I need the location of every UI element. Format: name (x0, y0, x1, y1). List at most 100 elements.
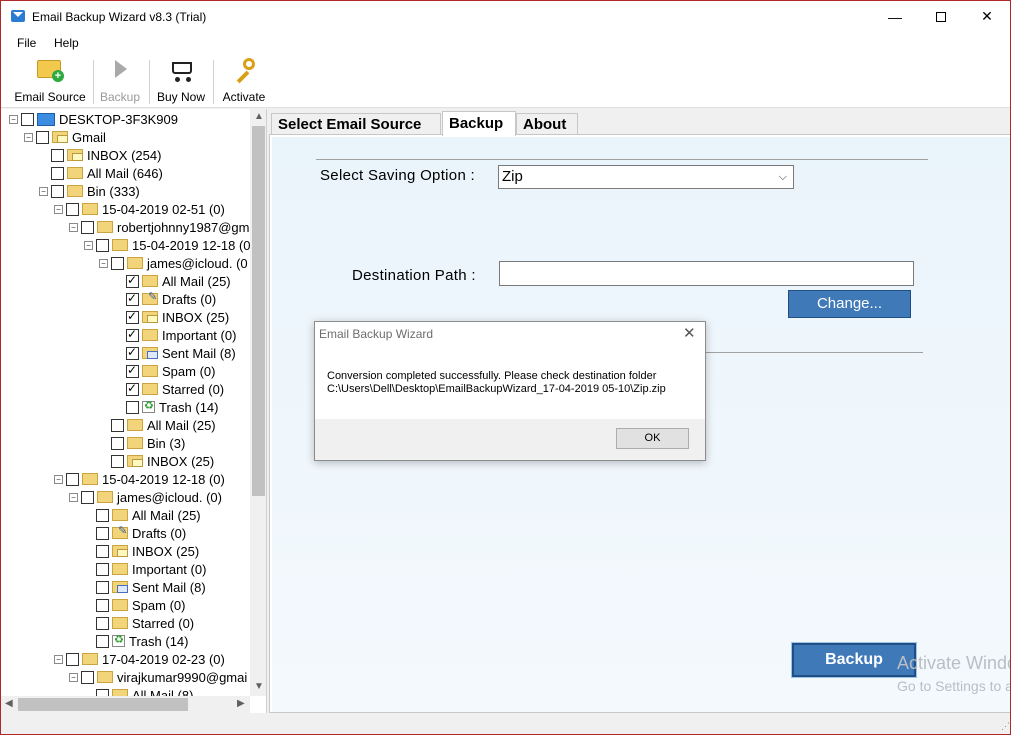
tree-checkbox[interactable] (51, 184, 64, 198)
tree-checkbox[interactable] (111, 256, 124, 270)
tree-checkbox[interactable] (96, 526, 109, 540)
tree-checkbox[interactable] (111, 454, 124, 468)
tree-vertical-scrollbar[interactable]: ▲ ▼ (250, 109, 266, 696)
tree-node[interactable]: − Gmail (24, 128, 106, 146)
tree-checkbox[interactable] (36, 130, 49, 144)
tree-checkbox[interactable] (51, 148, 64, 162)
tree-node[interactable]: Spam (0) (84, 596, 185, 614)
tree-node[interactable]: Trash (14) (114, 398, 218, 416)
tree-node[interactable]: INBOX (25) (99, 452, 214, 470)
tree-checkbox[interactable] (66, 652, 79, 666)
tree-node[interactable]: − robertjohnny1987@gm (69, 218, 249, 236)
collapse-toggle-icon[interactable]: − (39, 186, 48, 196)
tree-node[interactable]: All Mail (646) (39, 164, 163, 182)
collapse-toggle-icon[interactable]: − (69, 672, 78, 682)
tree-node[interactable]: INBOX (25) (84, 542, 199, 560)
tree-checkbox[interactable] (81, 490, 94, 504)
tree-checkbox[interactable] (126, 327, 139, 342)
scroll-down-icon[interactable]: ▼ (254, 681, 264, 692)
tree-node[interactable]: − 15-04-2019 02-51 (0) (54, 200, 225, 218)
scroll-right-icon[interactable]: ▶ (237, 698, 245, 709)
close-button[interactable]: ✕ (964, 1, 1010, 32)
tree-node[interactable]: − james@icloud. (0) (69, 488, 222, 506)
tree-node[interactable]: Starred (0) (84, 614, 194, 632)
tree-node[interactable]: Sent Mail (8) (84, 578, 206, 596)
tree-node[interactable]: − 17-04-2019 02-23 (0) (54, 650, 225, 668)
tree-checkbox[interactable] (96, 508, 109, 522)
dialog-close-icon[interactable]: ✕ (683, 324, 696, 342)
tree-node[interactable]: Trash (14) (84, 632, 188, 650)
tree-node[interactable]: All Mail (8) (84, 686, 193, 696)
tree-node[interactable]: Drafts (0) (84, 524, 186, 542)
tree-node[interactable]: All Mail (25) (84, 506, 201, 524)
tree-checkbox[interactable] (96, 598, 109, 612)
menu-help[interactable]: Help (54, 36, 79, 50)
tree-checkbox[interactable] (126, 363, 139, 378)
saving-option-select[interactable]: Zip ⌵ (498, 165, 794, 189)
maximize-button[interactable] (918, 1, 964, 32)
tree-node[interactable]: − virajkumar9990@gmai (69, 668, 247, 686)
menu-file[interactable]: File (17, 36, 36, 50)
buy-now-button[interactable]: Buy Now (155, 56, 207, 106)
scroll-up-icon[interactable]: ▲ (254, 111, 264, 122)
minimize-button[interactable]: — (872, 1, 918, 32)
scroll-thumb[interactable] (252, 126, 265, 496)
tree-checkbox[interactable] (96, 580, 109, 594)
tree-checkbox[interactable] (126, 400, 139, 414)
email-source-button[interactable]: + Email Source (14, 56, 86, 106)
tree-node[interactable]: − Bin (333) (39, 182, 140, 200)
tree-node[interactable]: All Mail (25) (99, 416, 216, 434)
resize-grip-icon[interactable]: ⋰ (1001, 721, 1010, 732)
tree-checkbox[interactable] (81, 220, 94, 234)
tree-checkbox[interactable] (96, 562, 109, 576)
tree-checkbox[interactable] (111, 418, 124, 432)
collapse-toggle-icon[interactable]: − (84, 240, 93, 250)
tree-node[interactable]: INBOX (25) (114, 308, 229, 326)
tree-checkbox[interactable] (126, 309, 139, 324)
tree-node[interactable]: Spam (0) (114, 362, 215, 380)
collapse-toggle-icon[interactable]: − (69, 222, 78, 232)
tree-node[interactable]: Starred (0) (114, 380, 224, 398)
tree-checkbox[interactable] (51, 166, 64, 180)
tree-node[interactable]: − DESKTOP-3F3K909 (9, 110, 178, 128)
ok-button[interactable]: OK (616, 428, 689, 449)
tree-node[interactable]: Sent Mail (8) (114, 344, 236, 362)
tree-node[interactable]: − james@icloud. (0 (99, 254, 248, 272)
tab-select-email-source[interactable]: Select Email Source (271, 113, 441, 135)
collapse-toggle-icon[interactable]: − (54, 474, 63, 484)
tab-about[interactable]: About (516, 113, 578, 135)
destination-path-input[interactable] (499, 261, 914, 286)
backup-toolbar-button[interactable]: Backup (98, 56, 142, 106)
change-button[interactable]: Change... (788, 290, 911, 318)
tree-checkbox[interactable] (66, 472, 79, 486)
tree-checkbox[interactable] (96, 238, 109, 252)
tree-node[interactable]: − 15-04-2019 12-18 (0) (54, 470, 225, 488)
tree-node[interactable]: Bin (3) (99, 434, 185, 452)
tree-checkbox[interactable] (66, 202, 79, 216)
tree-horizontal-scrollbar[interactable]: ◀ ▶ (1, 696, 250, 713)
scroll-thumb[interactable] (18, 698, 188, 711)
tree-node[interactable]: INBOX (254) (39, 146, 161, 164)
tree-checkbox[interactable] (96, 544, 109, 558)
tree-node[interactable]: Important (0) (84, 560, 206, 578)
tree-checkbox[interactable] (126, 381, 139, 396)
tree-checkbox[interactable] (96, 616, 109, 630)
tree-node[interactable]: − 15-04-2019 12-18 (0) (84, 236, 250, 254)
tab-backup[interactable]: Backup (442, 111, 516, 136)
collapse-toggle-icon[interactable]: − (99, 258, 108, 268)
tree-checkbox[interactable] (126, 291, 139, 306)
collapse-toggle-icon[interactable]: − (24, 132, 33, 142)
tree-checkbox[interactable] (126, 345, 139, 360)
tree-checkbox[interactable] (21, 112, 34, 126)
activate-button[interactable]: Activate (221, 56, 267, 106)
tree-checkbox[interactable] (81, 670, 94, 684)
tree-node[interactable]: Drafts (0) (114, 290, 216, 308)
tree-node[interactable]: All Mail (25) (114, 272, 231, 290)
collapse-toggle-icon[interactable]: − (9, 114, 18, 124)
collapse-toggle-icon[interactable]: − (54, 204, 63, 214)
collapse-toggle-icon[interactable]: − (69, 492, 78, 502)
collapse-toggle-icon[interactable]: − (54, 654, 63, 664)
tree-checkbox[interactable] (111, 436, 124, 450)
tree-checkbox[interactable] (126, 273, 139, 288)
tree-checkbox[interactable] (96, 634, 109, 648)
